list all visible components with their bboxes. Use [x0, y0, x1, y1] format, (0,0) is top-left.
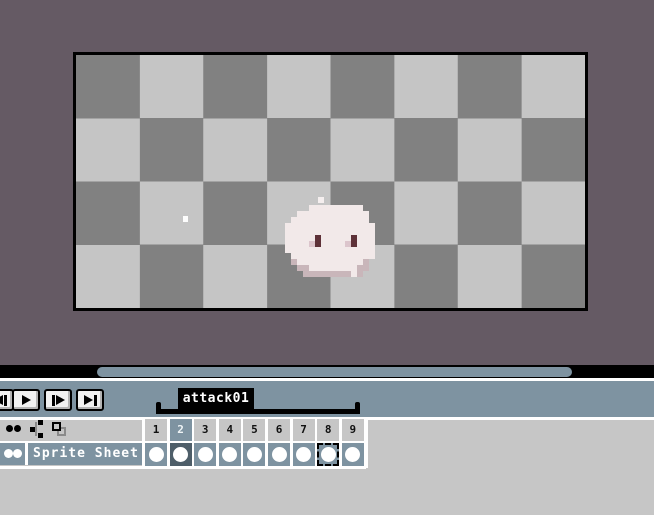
animation-tag-label[interactable]: attack01 — [178, 388, 254, 409]
cel-frame-5[interactable] — [243, 443, 265, 466]
cel-frame-8[interactable] — [317, 443, 339, 466]
cel-frame-2[interactable] — [170, 443, 192, 466]
horizontal-scrollbar-thumb[interactable] — [97, 367, 572, 377]
layer-visible-icon[interactable] — [4, 449, 13, 458]
play-button[interactable] — [12, 389, 40, 411]
layer-name[interactable]: Sprite Sheet — [28, 443, 142, 465]
triangle-right-bar-icon — [84, 395, 93, 405]
filled-cel-icon — [272, 447, 287, 462]
step-forward-button[interactable] — [44, 389, 72, 411]
cel-frame-7[interactable] — [293, 443, 315, 466]
onion-skin-dots-icon[interactable] — [6, 425, 13, 432]
cel-frame-6[interactable] — [268, 443, 290, 466]
frame-header-9[interactable]: 9 — [342, 419, 364, 441]
tag-bracket-left-end — [156, 402, 161, 414]
layer-structure-icon[interactable] — [38, 420, 43, 425]
layer-structure-icon[interactable] — [30, 427, 35, 432]
layer-visibility-cell[interactable] — [0, 443, 25, 465]
frame-header-4[interactable]: 4 — [219, 419, 241, 441]
triangle-left-bar-icon — [0, 395, 3, 405]
frame-header-3[interactable]: 3 — [194, 419, 216, 441]
layer-lock-icon[interactable] — [13, 449, 22, 458]
frame-header-5[interactable]: 5 — [243, 419, 265, 441]
cel-frame-1[interactable] — [145, 443, 167, 466]
cel-frame-9[interactable] — [342, 443, 364, 466]
bar-triangle-right-icon — [56, 395, 65, 405]
frame-header-6[interactable]: 6 — [268, 419, 290, 441]
filled-cel-icon — [173, 447, 188, 462]
row-divider — [0, 466, 366, 469]
layer-structure-icon[interactable] — [38, 433, 43, 438]
frame-header-2[interactable]: 2 — [170, 419, 192, 441]
tag-range-bracket — [156, 409, 360, 414]
triangle-left-bar-icon — [4, 395, 7, 406]
cel-frame-3[interactable] — [194, 443, 216, 466]
triangle-right-bar-icon — [94, 395, 97, 406]
frame-header-1[interactable]: 1 — [145, 419, 167, 441]
filled-cel-icon — [247, 447, 262, 462]
filled-cel-icon — [198, 447, 213, 462]
onion-skin-dots-icon[interactable] — [14, 425, 21, 432]
duplicate-frames-icon[interactable] — [52, 422, 61, 431]
frame-header-7[interactable]: 7 — [293, 419, 315, 441]
horizontal-scrollbar-track[interactable] — [0, 365, 654, 378]
bar-triangle-right-icon — [52, 395, 55, 406]
tag-bracket-right-end — [355, 402, 360, 414]
go-last-frame-button[interactable] — [76, 389, 104, 411]
frame-header-8[interactable]: 8 — [317, 419, 339, 441]
sprite-canvas[interactable] — [73, 52, 588, 311]
filled-cel-icon — [296, 447, 311, 462]
filled-cel-icon — [345, 447, 360, 462]
play-icon — [22, 395, 31, 405]
cel-frame-4[interactable] — [219, 443, 241, 466]
filled-cel-icon — [321, 447, 336, 462]
layer-structure-icon[interactable] — [35, 422, 37, 436]
filled-cel-icon — [149, 447, 164, 462]
filled-cel-icon — [222, 447, 237, 462]
